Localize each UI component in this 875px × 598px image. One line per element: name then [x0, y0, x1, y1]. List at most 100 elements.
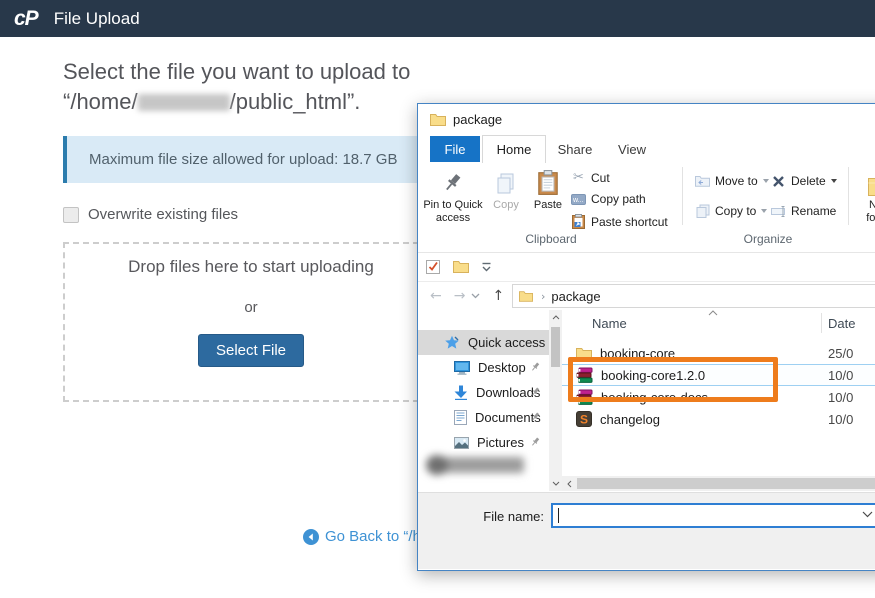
dialog-footer: File name:	[418, 492, 875, 569]
copy-to-button[interactable]: Copy to	[694, 204, 767, 218]
scrollbar-thumb[interactable]	[577, 478, 875, 489]
pin-to-quick-access-button[interactable]: Pin to Quick access	[422, 166, 484, 225]
nav-up-icon[interactable]: ↑	[492, 288, 504, 304]
select-file-button[interactable]: Select File	[198, 334, 304, 367]
file-explorer-dialog: package File Home Share View Pin to Quic…	[417, 103, 875, 571]
delete-caret-icon	[831, 179, 837, 183]
column-separator[interactable]	[821, 313, 822, 333]
back-arrow-icon	[303, 529, 319, 545]
heading-line1: Select the file you want to upload to	[63, 57, 410, 87]
heading-path-prefix: “/home/	[63, 89, 138, 114]
move-to-caret-icon	[763, 179, 769, 183]
cpanel-header: cP File Upload	[0, 0, 875, 37]
go-back-link[interactable]: Go Back to “/hc	[303, 528, 428, 545]
rename-label: Rename	[791, 204, 836, 218]
svg-text:w...: w...	[572, 197, 584, 204]
delete-x-icon	[770, 175, 787, 188]
scroll-down-icon[interactable]	[549, 476, 562, 491]
paste-shortcut-button[interactable]: Paste shortcut	[570, 214, 668, 229]
redacted-username	[138, 94, 230, 111]
scroll-up-icon[interactable]	[549, 310, 562, 325]
copy-to-icon	[694, 204, 711, 218]
paste-button[interactable]: Paste	[526, 166, 570, 212]
new-folder-icon	[868, 176, 875, 196]
address-bar[interactable]: › package	[512, 284, 875, 308]
copy-button[interactable]: Copy	[488, 166, 524, 212]
svg-text:S: S	[580, 413, 588, 427]
sidebar-scrollbar[interactable]	[549, 310, 562, 491]
dropzone-text: Drop files here to start uploading	[65, 257, 437, 277]
nav-forward-icon[interactable]: →	[454, 288, 466, 304]
navigation-bar: ← → ↑ › package	[418, 281, 875, 310]
ribbon: Pin to Quick access Copy Paste ✂ Cut w..…	[418, 162, 875, 253]
nav-history-chevron-icon[interactable]	[471, 293, 480, 299]
tab-file[interactable]: File	[430, 136, 480, 162]
qat-customize-icon[interactable]	[481, 262, 492, 272]
navigation-pane: Quick access Desktop Downloads Documents	[418, 310, 549, 492]
scrollbar-thumb[interactable]	[551, 327, 560, 367]
ribbon-tabbar: File Home Share View	[418, 134, 875, 163]
tab-view[interactable]: View	[606, 136, 658, 162]
clipboard-group-label: Clipboard	[422, 232, 680, 246]
breadcrumb-chevron-icon: ›	[541, 290, 545, 303]
scroll-left-icon[interactable]	[562, 476, 577, 491]
cpanel-logo-icon: cP	[14, 7, 38, 31]
downloads-icon	[454, 385, 468, 400]
sidebar-item-downloads[interactable]: Downloads	[418, 380, 549, 405]
window-title: package	[453, 112, 502, 127]
sidebar-item-documents[interactable]: Documents	[418, 405, 549, 430]
desktop-icon	[454, 361, 470, 375]
dropzone-or: or	[65, 299, 437, 316]
pin-icon	[530, 387, 541, 398]
paste-clipboard-icon	[537, 170, 559, 196]
overwrite-checkbox[interactable]	[63, 207, 79, 223]
address-folder-icon	[519, 290, 533, 302]
horizontal-scrollbar[interactable]	[562, 476, 875, 491]
sidebar-item-pictures[interactable]: Pictures	[418, 430, 549, 455]
dropzone[interactable]: Drop files here to start uploading or Se…	[63, 242, 439, 402]
properties-check-icon[interactable]	[426, 259, 441, 275]
new-folder-button[interactable]: New folder	[856, 166, 875, 225]
max-size-text: Maximum file size allowed for upload: 18…	[89, 151, 397, 168]
tab-share[interactable]: Share	[546, 136, 604, 162]
tab-home[interactable]: Home	[482, 135, 546, 163]
delete-label: Delete	[791, 174, 826, 188]
move-to-label: Move to	[715, 174, 758, 188]
rename-button[interactable]: Rename	[770, 204, 836, 218]
delete-button[interactable]: Delete	[770, 174, 837, 188]
file-row-changelog[interactable]: S changelog 10/0	[562, 408, 875, 430]
column-header-date[interactable]: Date	[828, 316, 855, 331]
paste-shortcut-label: Paste shortcut	[591, 215, 668, 229]
folder-icon	[430, 113, 446, 126]
nav-back-icon[interactable]: ←	[430, 288, 442, 304]
explorer-titlebar[interactable]: package	[418, 104, 875, 134]
copy-icon	[495, 172, 517, 196]
annotation-highlight-box	[568, 357, 778, 402]
sort-ascending-icon	[708, 310, 718, 316]
file-name-input[interactable]	[557, 507, 841, 526]
file-date: 25/0	[828, 346, 853, 361]
file-name-combobox[interactable]	[551, 503, 875, 528]
ribbon-separator	[848, 167, 849, 225]
organize-group-label: Organize	[692, 232, 844, 246]
file-date: 10/0	[828, 368, 853, 383]
overwrite-row: Overwrite existing files	[63, 206, 238, 223]
sidebar-item-desktop[interactable]: Desktop	[418, 355, 549, 380]
sublime-file-icon: S	[576, 411, 592, 427]
heading-path-suffix: /public_html”.	[230, 89, 361, 114]
combobox-chevron-icon[interactable]	[862, 511, 873, 518]
column-header-name[interactable]: Name	[592, 316, 627, 331]
qat-folder-icon[interactable]	[453, 260, 469, 273]
breadcrumb-folder[interactable]: package	[551, 289, 600, 304]
pushpin-icon	[442, 172, 464, 196]
copy-path-button[interactable]: w... Copy path	[570, 192, 646, 206]
cut-button[interactable]: ✂ Cut	[570, 170, 610, 185]
upload-heading: Select the file you want to upload to “/…	[63, 57, 410, 117]
file-name: changelog	[600, 412, 660, 427]
quick-access-star-icon	[444, 335, 460, 350]
file-date: 10/0	[828, 390, 853, 405]
move-to-button[interactable]: Move to	[694, 174, 769, 188]
sidebar-item-quick-access[interactable]: Quick access	[418, 330, 549, 355]
desktop-label: Desktop	[478, 360, 526, 375]
file-name-label: File name:	[458, 509, 544, 524]
